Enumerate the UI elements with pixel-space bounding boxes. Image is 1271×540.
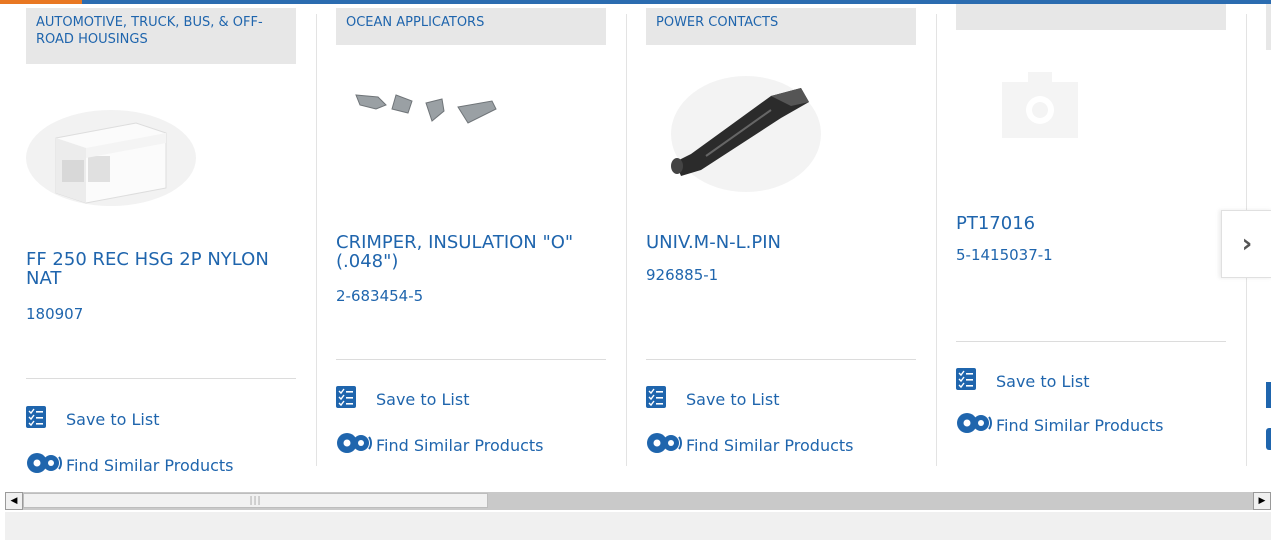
scroll-right-button[interactable]: ▶ (1253, 492, 1271, 510)
arrow-right-icon: ▶ (1258, 496, 1266, 506)
find-similar-label: Find Similar Products (376, 435, 544, 455)
gears-icon (26, 452, 62, 478)
save-to-list-label: Save to List (66, 409, 160, 429)
find-similar-label: Find Similar Products (66, 455, 234, 475)
product-category-partial (1266, 4, 1271, 50)
product-category[interactable]: OCEAN APPLICATORS (336, 8, 606, 45)
find-similar-label: Find Similar Products (686, 435, 854, 455)
checklist-icon (956, 368, 976, 394)
camera-placeholder-icon[interactable] (1002, 72, 1078, 142)
save-to-list-label: Save to List (376, 389, 470, 409)
product-category[interactable] (956, 4, 1226, 30)
chevron-right-icon: › (1241, 229, 1253, 259)
save-to-list-label: Save to List (996, 371, 1090, 391)
product-card: OCEAN APPLICATORS CRIMPER, INSULATION "O… (336, 8, 606, 463)
gears-icon (956, 412, 992, 438)
product-image[interactable] (346, 83, 506, 147)
card-separator (316, 14, 317, 466)
product-name[interactable]: UNIV.M-N-L.PIN (646, 233, 906, 252)
carousel-next-button[interactable]: › (1221, 210, 1271, 278)
find-similar-products-button[interactable]: Find Similar Products (26, 452, 234, 478)
product-name[interactable]: FF 250 REC HSG 2P NYLON NAT (26, 250, 286, 288)
product-image[interactable] (661, 66, 821, 200)
gears-icon (336, 432, 372, 458)
product-image[interactable] (26, 98, 196, 212)
save-to-list-button[interactable]: Save to List (956, 368, 1089, 394)
scrollbar-thumb[interactable]: ||| (23, 493, 488, 508)
product-part-number[interactable]: 2-683454-5 (336, 287, 423, 305)
checklist-icon (336, 386, 356, 412)
arrow-left-icon: ◀ (10, 496, 18, 506)
find-similar-products-button[interactable]: Find Similar Products (956, 412, 1164, 438)
card-divider (26, 378, 296, 379)
card-divider (956, 341, 1226, 342)
save-to-list-button[interactable]: Save to List (646, 386, 779, 412)
status-area (5, 512, 1271, 540)
scroll-left-button[interactable]: ◀ (5, 492, 23, 510)
product-card: POWER CONTACTS UNIV.M-N-L.PIN 926885-1 S… (646, 8, 916, 463)
find-similar-products-button[interactable]: Find Similar Products (646, 432, 854, 458)
find-similar-label: Find Similar Products (996, 415, 1164, 435)
card-separator (936, 14, 937, 466)
save-to-list-label: Save to List (686, 389, 780, 409)
card-divider (336, 359, 606, 360)
find-similar-products-button[interactable]: Find Similar Products (336, 432, 544, 458)
checklist-icon (26, 406, 46, 432)
product-card: PT17016 5-1415037-1 Save to List Find Si… (956, 4, 1226, 463)
checklist-icon (646, 386, 666, 412)
product-card: AUTOMOTIVE, TRUCK, BUS, & OFF-ROAD HOUSI… (26, 8, 296, 475)
card-separator (626, 14, 627, 466)
gears-icon (646, 432, 682, 458)
horizontal-scrollbar[interactable]: ◀ ||| ▶ (5, 492, 1271, 510)
product-part-number[interactable]: 926885-1 (646, 266, 718, 284)
save-to-list-button[interactable]: Save to List (26, 406, 159, 432)
product-name[interactable]: CRIMPER, INSULATION "O"(.048") (336, 233, 596, 271)
product-category[interactable]: AUTOMOTIVE, TRUCK, BUS, & OFF-ROAD HOUSI… (26, 8, 296, 64)
product-carousel: AUTOMOTIVE, TRUCK, BUS, & OFF-ROAD HOUSI… (0, 4, 1271, 490)
save-to-list-button[interactable]: Save to List (336, 386, 469, 412)
product-name[interactable]: PT17016 (956, 214, 1216, 233)
checklist-icon-partial (1266, 382, 1271, 408)
card-divider (646, 359, 916, 360)
product-part-number[interactable]: 180907 (26, 305, 83, 323)
grip-icon: ||| (249, 495, 262, 506)
product-category[interactable]: POWER CONTACTS (646, 8, 916, 45)
scrollbar-track[interactable]: ||| (23, 492, 1253, 510)
product-part-number[interactable]: 5-1415037-1 (956, 246, 1053, 264)
gears-icon-partial (1266, 428, 1271, 450)
